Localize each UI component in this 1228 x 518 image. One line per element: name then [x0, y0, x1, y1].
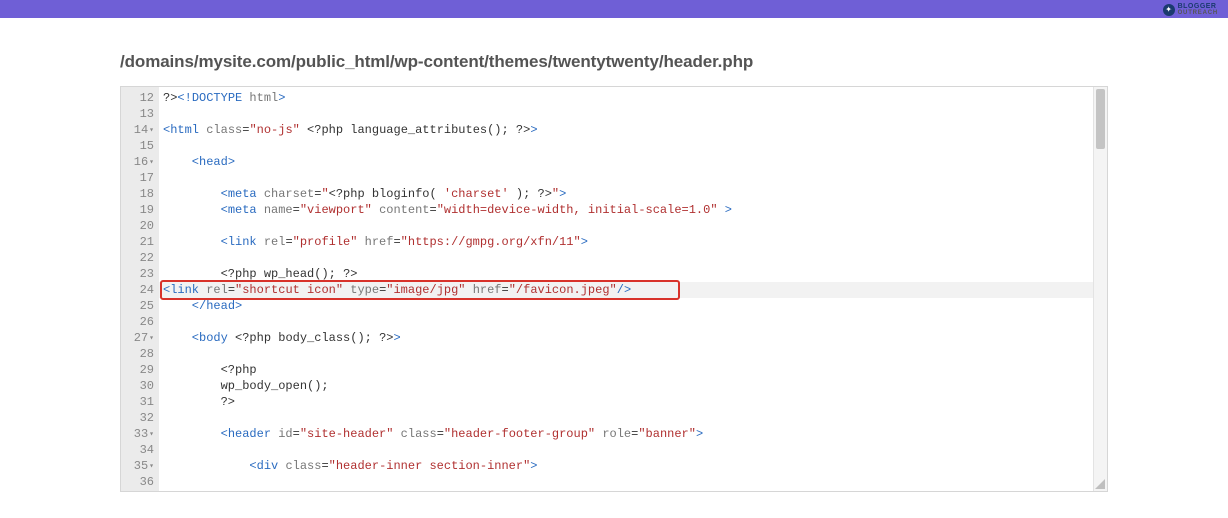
logo-line1: BLOGGER [1178, 3, 1218, 10]
code-line [159, 170, 1093, 186]
line-number: 32 [121, 410, 159, 426]
code-line [159, 138, 1093, 154]
line-number: 36 [121, 474, 159, 490]
line-number: 22 [121, 250, 159, 266]
top-brand-bar: ✦ BLOGGER OUTREACH [0, 0, 1228, 18]
line-number: 33 [121, 426, 159, 442]
file-path-breadcrumb: /domains/mysite.com/public_html/wp-conte… [120, 52, 1108, 72]
code-line: </head> [159, 298, 1093, 314]
line-number: 29 [121, 362, 159, 378]
code-line: <?php wp_head(); ?> [159, 266, 1093, 282]
line-number: 17 [121, 170, 159, 186]
line-number-gutter: 1213141516171819202122232425262728293031… [121, 87, 159, 491]
code-line: <meta name="viewport" content="width=dev… [159, 202, 1093, 218]
vertical-scrollbar[interactable] [1093, 87, 1107, 491]
code-line [159, 346, 1093, 362]
line-number: 31 [121, 394, 159, 410]
code-line [159, 314, 1093, 330]
logo-badge-icon: ✦ [1163, 4, 1175, 16]
code-line [159, 474, 1093, 490]
code-line: ?> [159, 394, 1093, 410]
line-number: 27 [121, 330, 159, 346]
code-line: <meta charset="<?php bloginfo( 'charset'… [159, 186, 1093, 202]
line-number: 12 [121, 90, 159, 106]
line-number: 18 [121, 186, 159, 202]
code-line [159, 250, 1093, 266]
line-number: 23 [121, 266, 159, 282]
line-number: 26 [121, 314, 159, 330]
code-line: <head> [159, 154, 1093, 170]
code-line: ?><!DOCTYPE html> [159, 90, 1093, 106]
code-line [159, 106, 1093, 122]
line-number: 30 [121, 378, 159, 394]
line-number: 21 [121, 234, 159, 250]
code-area[interactable]: ?><!DOCTYPE html> <html class="no-js" <?… [159, 87, 1093, 491]
code-line: wp_body_open(); [159, 378, 1093, 394]
line-number: 24 [121, 282, 159, 298]
code-line: <body <?php body_class(); ?>> [159, 330, 1093, 346]
line-number: 20 [121, 218, 159, 234]
code-line: <html class="no-js" <?php language_attri… [159, 122, 1093, 138]
code-line: <link rel="profile" href="https://gmpg.o… [159, 234, 1093, 250]
code-line [159, 218, 1093, 234]
scroll-thumb[interactable] [1096, 89, 1105, 149]
logo: ✦ BLOGGER OUTREACH [1163, 3, 1218, 16]
code-line: <header id="site-header" class="header-f… [159, 426, 1093, 442]
line-number: 28 [121, 346, 159, 362]
code-line [159, 410, 1093, 426]
code-line: <div class="header-inner section-inner"> [159, 458, 1093, 474]
line-number: 15 [121, 138, 159, 154]
line-number: 25 [121, 298, 159, 314]
logo-line2: OUTREACH [1178, 10, 1218, 16]
code-line-highlighted: <link rel="shortcut icon" type="image/jp… [159, 282, 1093, 298]
line-number: 16 [121, 154, 159, 170]
line-number: 35 [121, 458, 159, 474]
resize-grip-icon[interactable] [1095, 479, 1105, 489]
line-number: 19 [121, 202, 159, 218]
code-editor[interactable]: 1213141516171819202122232425262728293031… [120, 86, 1108, 492]
code-line: <?php [159, 362, 1093, 378]
line-number: 34 [121, 442, 159, 458]
line-number: 13 [121, 106, 159, 122]
code-line [159, 442, 1093, 458]
line-number: 14 [121, 122, 159, 138]
